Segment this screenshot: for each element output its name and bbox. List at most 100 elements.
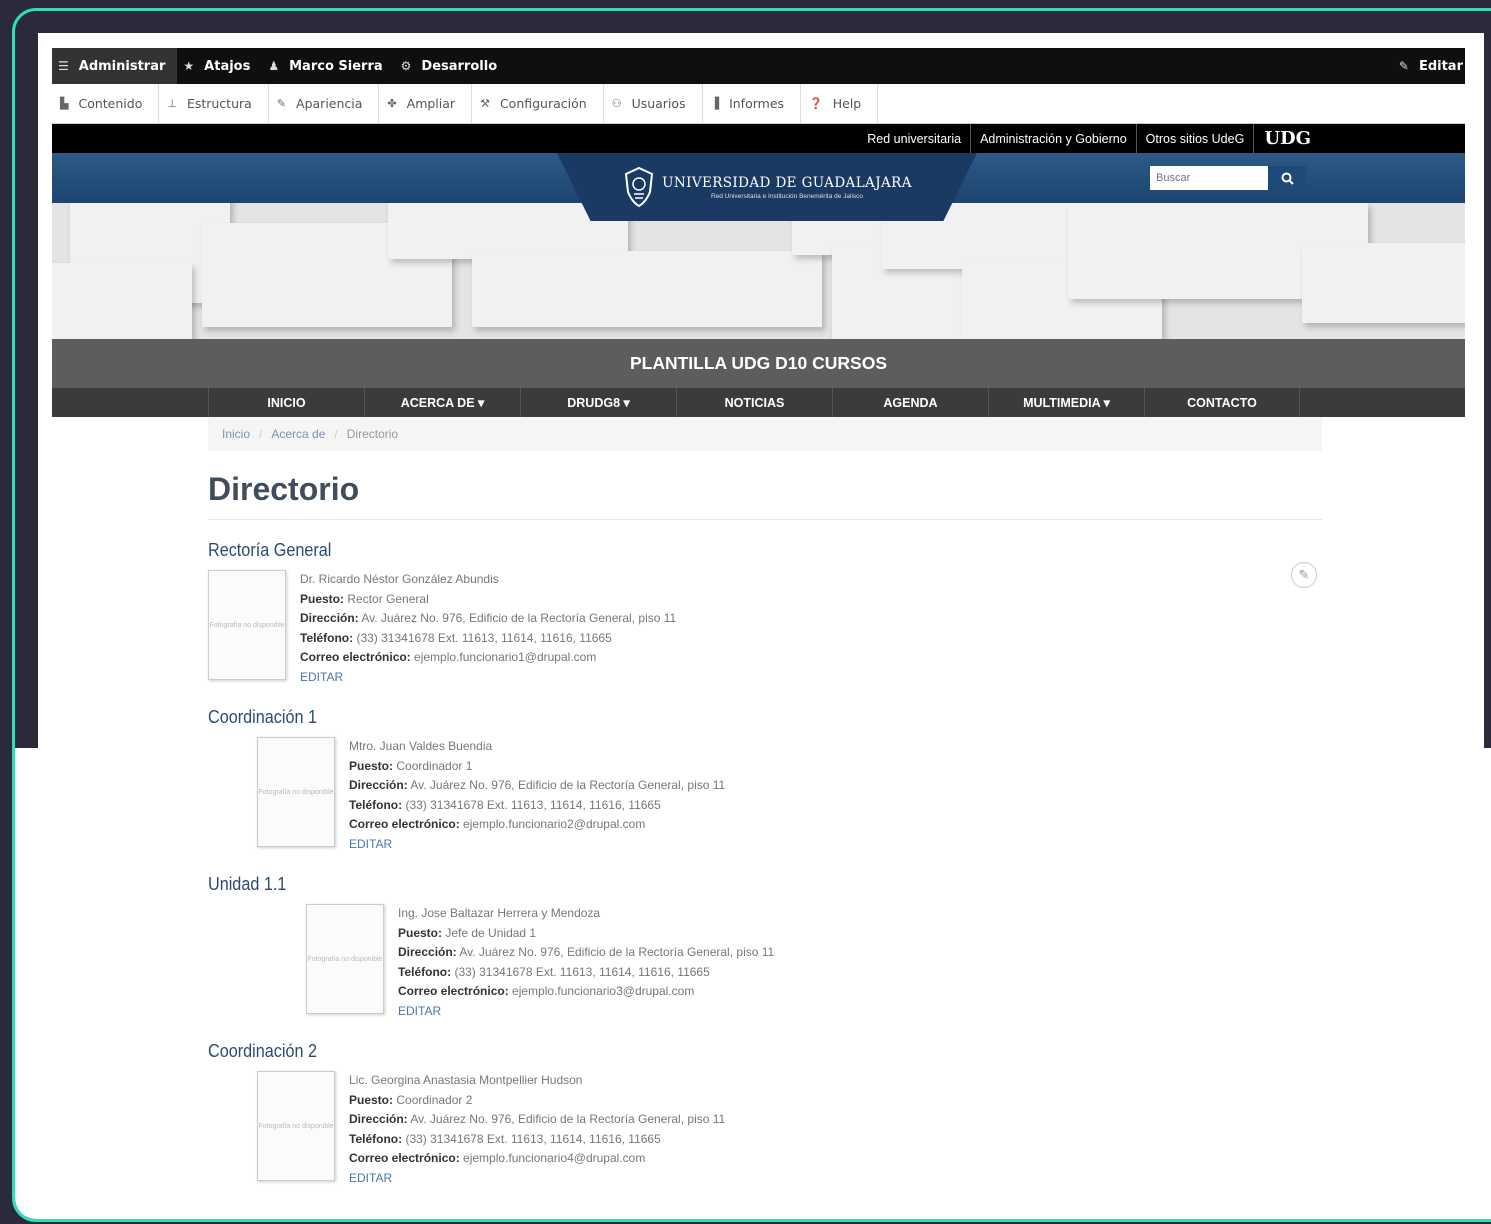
header-banner-image [52, 203, 1465, 339]
nav-item-drudg8[interactable]: DRUDG8 ▾ [520, 388, 676, 417]
main-navigation: INICIO ACERCA DE ▾ DRUDG8 ▾ NOTICIAS AGE… [52, 388, 1465, 417]
person-name: Lic. Georgina Anastasia Montpellier Huds… [349, 1073, 583, 1087]
directory-section: Coordinación 2 Fotografía no disponible … [208, 1041, 1322, 1188]
tray-item-informes[interactable]: ▐ Informes [703, 84, 802, 123]
nav-item-inicio[interactable]: INICIO [208, 388, 364, 417]
toolbar-desarrollo[interactable]: ⚙ Desarrollo [395, 48, 509, 84]
person-name: Ing. Jose Baltazar Herrera y Mendoza [398, 906, 601, 920]
edit-link[interactable]: EDITAR [349, 1169, 725, 1189]
toolbar-atajos[interactable]: ★ Atajos [177, 48, 262, 84]
telefono-value: (33) 31341678 Ext. 11613, 11614, 11616, … [356, 630, 612, 645]
tray-label: Ampliar [406, 96, 456, 111]
telefono-label: Teléfono: [300, 630, 354, 645]
direccion-value: Av. Juárez No. 976, Edificio de la Recto… [410, 1112, 726, 1126]
puesto-value: Rector General [347, 591, 429, 606]
udg-brand-link[interactable]: UDG [1253, 124, 1465, 153]
tray-item-ampliar[interactable]: ✤ Ampliar [379, 84, 473, 123]
correo-label: Correo electrónico: [398, 984, 509, 998]
nav-item-noticias[interactable]: NOTICIAS [676, 388, 832, 417]
admin-toolbar: ☰ Administrar ★ Atajos ♟ Marco Sierra ⚙ … [52, 48, 1465, 84]
directory-section: Coordinación 1 Fotografía no disponible … [208, 707, 1322, 854]
correo-value[interactable]: ejemplo.funcionario1@drupal.com [414, 650, 596, 664]
search-icon [1281, 172, 1294, 185]
users-icon: ⚇ [611, 97, 622, 110]
correo-value[interactable]: ejemplo.funcionario4@drupal.com [463, 1151, 645, 1165]
tray-item-contenido[interactable]: ▙ Contenido [52, 84, 160, 123]
nav-item-multimedia[interactable]: MULTIMEDIA ▾ [988, 388, 1144, 417]
network-link-otros-sitios[interactable]: Otros sitios UdeG [1135, 124, 1254, 153]
puesto-value: Jefe de Unidad 1 [445, 925, 537, 940]
direccion-label: Dirección: [300, 611, 359, 625]
logo-title: UNIVERSIDAD DE GUADALAJARA [662, 174, 912, 191]
puesto-label: Puesto: [349, 758, 394, 773]
telefono-label: Teléfono: [349, 1131, 403, 1146]
network-link-red[interactable]: Red universitaria [858, 124, 970, 153]
puesto-label: Puesto: [349, 1092, 394, 1107]
site-title[interactable]: PLANTILLA UDG D10 CURSOS [52, 339, 1465, 388]
toolbar-label: Atajos [204, 58, 251, 74]
nav-item-contacto[interactable]: CONTACTO [1144, 388, 1300, 417]
admin-tray: ▙ Contenido ⊥ Estructura ✎ Apariencia ✤ … [52, 84, 1465, 124]
search-input[interactable] [1150, 166, 1268, 190]
puesto-label: Puesto: [398, 925, 443, 940]
website: ☰ Administrar ★ Atajos ♟ Marco Sierra ⚙ … [52, 48, 1465, 1218]
tray-item-usuarios[interactable]: ⚇ Usuarios [604, 84, 703, 123]
correo-value[interactable]: ejemplo.funcionario2@drupal.com [463, 817, 645, 831]
menu-icon: ☰ [58, 59, 69, 73]
toolbar-administrar[interactable]: ☰ Administrar [52, 48, 178, 84]
tray-label: Contenido [78, 96, 143, 111]
structure-icon: ⊥ [167, 97, 177, 110]
directory-section: ✎ Rectoría General Fotografía no disponi… [208, 540, 1322, 687]
logo-subtitle: Red Universitaria e Institución Beneméri… [710, 192, 864, 200]
edit-link[interactable]: EDITAR [398, 1002, 774, 1022]
directory-entry: Fotografía no disponible Mtro. Juan Vald… [257, 737, 1322, 854]
page-title: Directorio [208, 471, 1322, 520]
nav-item-agenda[interactable]: AGENDA [832, 388, 988, 417]
toolbar-user[interactable]: ♟ Marco Sierra [262, 48, 394, 84]
direccion-label: Dirección: [398, 945, 457, 959]
telefono-value: (33) 31341678 Ext. 11613, 11614, 11616, … [454, 964, 710, 979]
puzzle-icon: ✤ [387, 97, 397, 110]
star-icon: ★ [183, 59, 195, 73]
tray-label: Configuración [499, 96, 587, 111]
search-button[interactable] [1268, 166, 1306, 190]
telefono-value: (33) 31341678 Ext. 11613, 11614, 11616, … [405, 1131, 661, 1146]
site-header: UNIVERSIDAD DE GUADALAJARA Red Universit… [52, 153, 1465, 221]
tray-label: Help [832, 96, 862, 111]
telefono-value: (33) 31341678 Ext. 11613, 11614, 11616, … [405, 797, 661, 812]
directory-entry: Fotografía no disponible Dr. Ricardo Nés… [208, 570, 1322, 687]
photo-placeholder: Fotografía no disponible [306, 904, 384, 1014]
correo-value[interactable]: ejemplo.funcionario3@drupal.com [512, 984, 694, 998]
university-network-bar: Red universitaria Administración y Gobie… [52, 124, 1465, 153]
edit-link[interactable]: EDITAR [300, 668, 676, 688]
tray-label: Informes [729, 96, 785, 111]
toolbar-label: Editar [1418, 58, 1463, 74]
correo-label: Correo electrónico: [300, 650, 411, 664]
tray-label: Estructura [186, 96, 252, 111]
network-link-administracion[interactable]: Administración y Gobierno [970, 124, 1136, 153]
tray-item-help[interactable]: ❓ Help [801, 84, 879, 123]
direccion-value: Av. Juárez No. 976, Edificio de la Recto… [459, 945, 775, 959]
university-logo[interactable]: UNIVERSIDAD DE GUADALAJARA Red Universit… [557, 153, 977, 221]
tray-label: Usuarios [631, 96, 686, 111]
toolbar-edit-button[interactable]: ✎ Editar [1393, 48, 1465, 84]
tray-label: Apariencia [296, 96, 363, 111]
section-title: Rectoría General [208, 540, 332, 560]
gear-icon: ⚙ [400, 59, 412, 73]
brush-icon: ✎ [276, 97, 287, 110]
section-title: Unidad 1.1 [208, 874, 287, 894]
telefono-label: Teléfono: [349, 797, 403, 812]
puesto-label: Puesto: [300, 591, 345, 606]
edit-link[interactable]: EDITAR [349, 835, 725, 855]
reports-icon: ▐ [710, 97, 720, 110]
breadcrumb-link-acerca-de[interactable]: Acerca de [271, 427, 325, 441]
tray-item-apariencia[interactable]: ✎ Apariencia [269, 84, 380, 123]
puesto-value: Coordinador 2 [396, 1092, 473, 1107]
tray-item-estructura[interactable]: ⊥ Estructura [159, 84, 269, 123]
edit-pencil-icon[interactable]: ✎ [1291, 562, 1317, 588]
tray-item-configuracion[interactable]: ⚒ Configuración [472, 84, 604, 123]
breadcrumb-current: Directorio [346, 427, 399, 441]
breadcrumb-link-inicio[interactable]: Inicio [222, 427, 250, 441]
nav-item-acerca-de[interactable]: ACERCA DE ▾ [364, 388, 520, 417]
directory-entry: Fotografía no disponible Lic. Georgina A… [257, 1071, 1322, 1188]
